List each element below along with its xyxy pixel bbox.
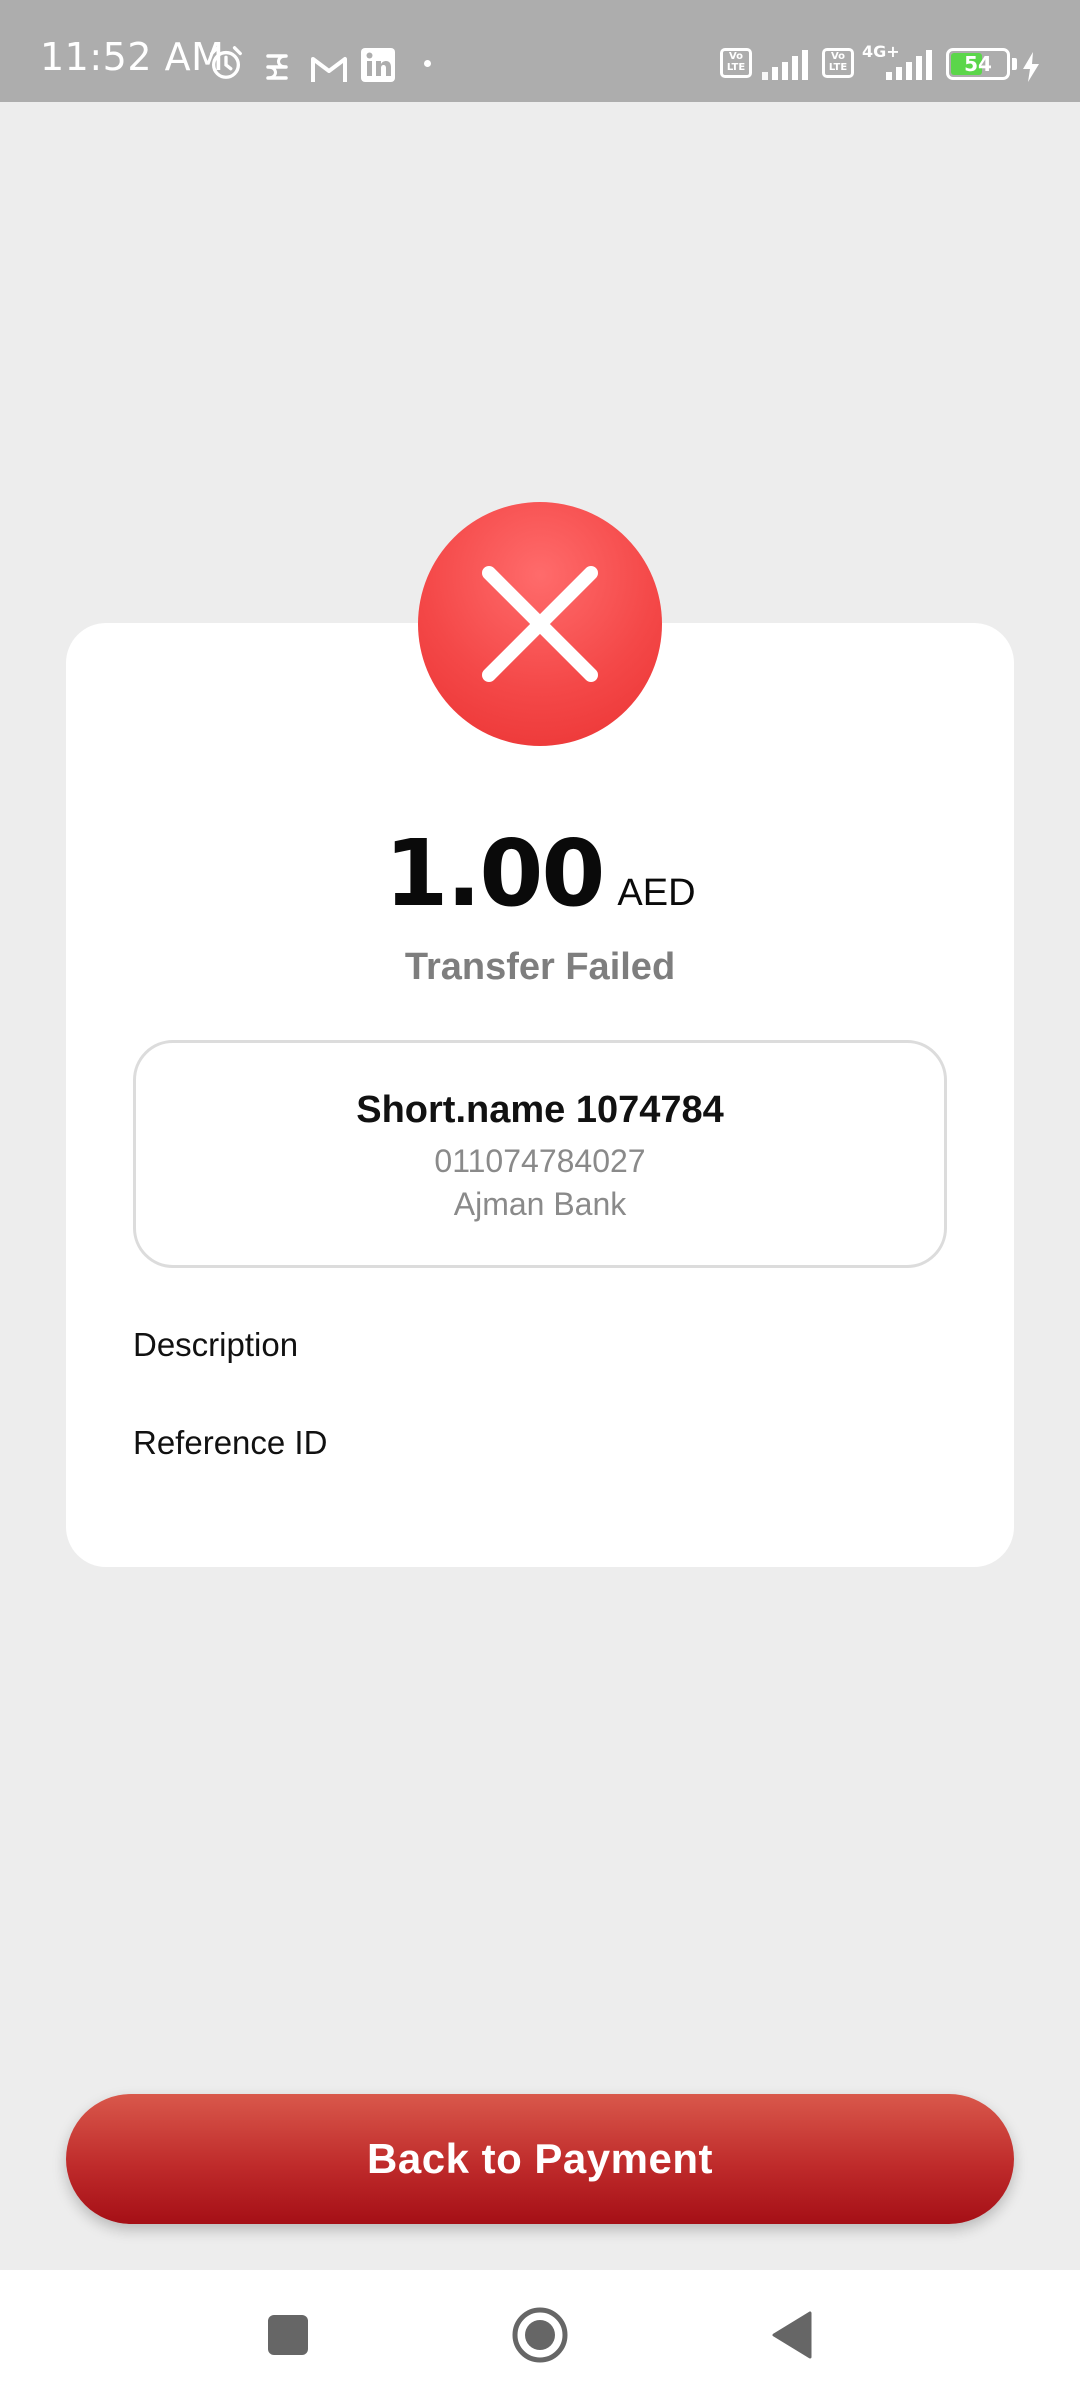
back-button[interactable] [722, 2270, 862, 2400]
alarm-icon [210, 46, 242, 79]
home-icon [512, 2307, 568, 2363]
volte-icon: Vo LTE [822, 48, 854, 78]
hotspot-icon [266, 54, 288, 80]
status-bar: 11:52 AM Vo LTE Vo LTE 4G+ 54 [0, 0, 1080, 102]
transfer-failed-badge [418, 502, 662, 746]
battery-level: 54 [964, 52, 992, 76]
reference-id-label: Reference ID [133, 1424, 328, 1461]
battery-icon: 54 [946, 48, 1010, 80]
dot-icon [424, 60, 431, 67]
beneficiary-account: 011074784027 [434, 1143, 646, 1179]
recents-icon [268, 2315, 308, 2355]
amount-currency: AED [617, 872, 696, 914]
beneficiary-box: Short.name 1074784 011074784027 Ajman Ba… [133, 1040, 947, 1268]
close-icon [482, 566, 598, 682]
back-icon [772, 2311, 812, 2359]
linkedin-icon [361, 48, 395, 82]
charging-icon [1023, 52, 1039, 82]
transfer-status-text: Transfer Failed [404, 946, 676, 988]
amount-row: 1.00 AED [0, 820, 1080, 927]
amount-value: 1.00 [384, 820, 605, 927]
volte-icon: Vo LTE [720, 48, 752, 78]
beneficiary-name: Short.name 1074784 [356, 1089, 724, 1131]
gmail-icon [311, 57, 347, 82]
recents-button[interactable] [218, 2270, 358, 2400]
navigation-bar [0, 2270, 1080, 2400]
status-time: 11:52 AM [40, 35, 225, 79]
beneficiary-bank: Ajman Bank [453, 1186, 627, 1222]
home-button[interactable] [470, 2270, 610, 2400]
4g-signal-icon [886, 48, 932, 80]
battery-cap [1012, 58, 1017, 70]
back-to-payment-button[interactable]: Back to Payment [66, 2094, 1014, 2224]
signal-icon [762, 48, 808, 80]
description-label: Description [133, 1326, 299, 1363]
